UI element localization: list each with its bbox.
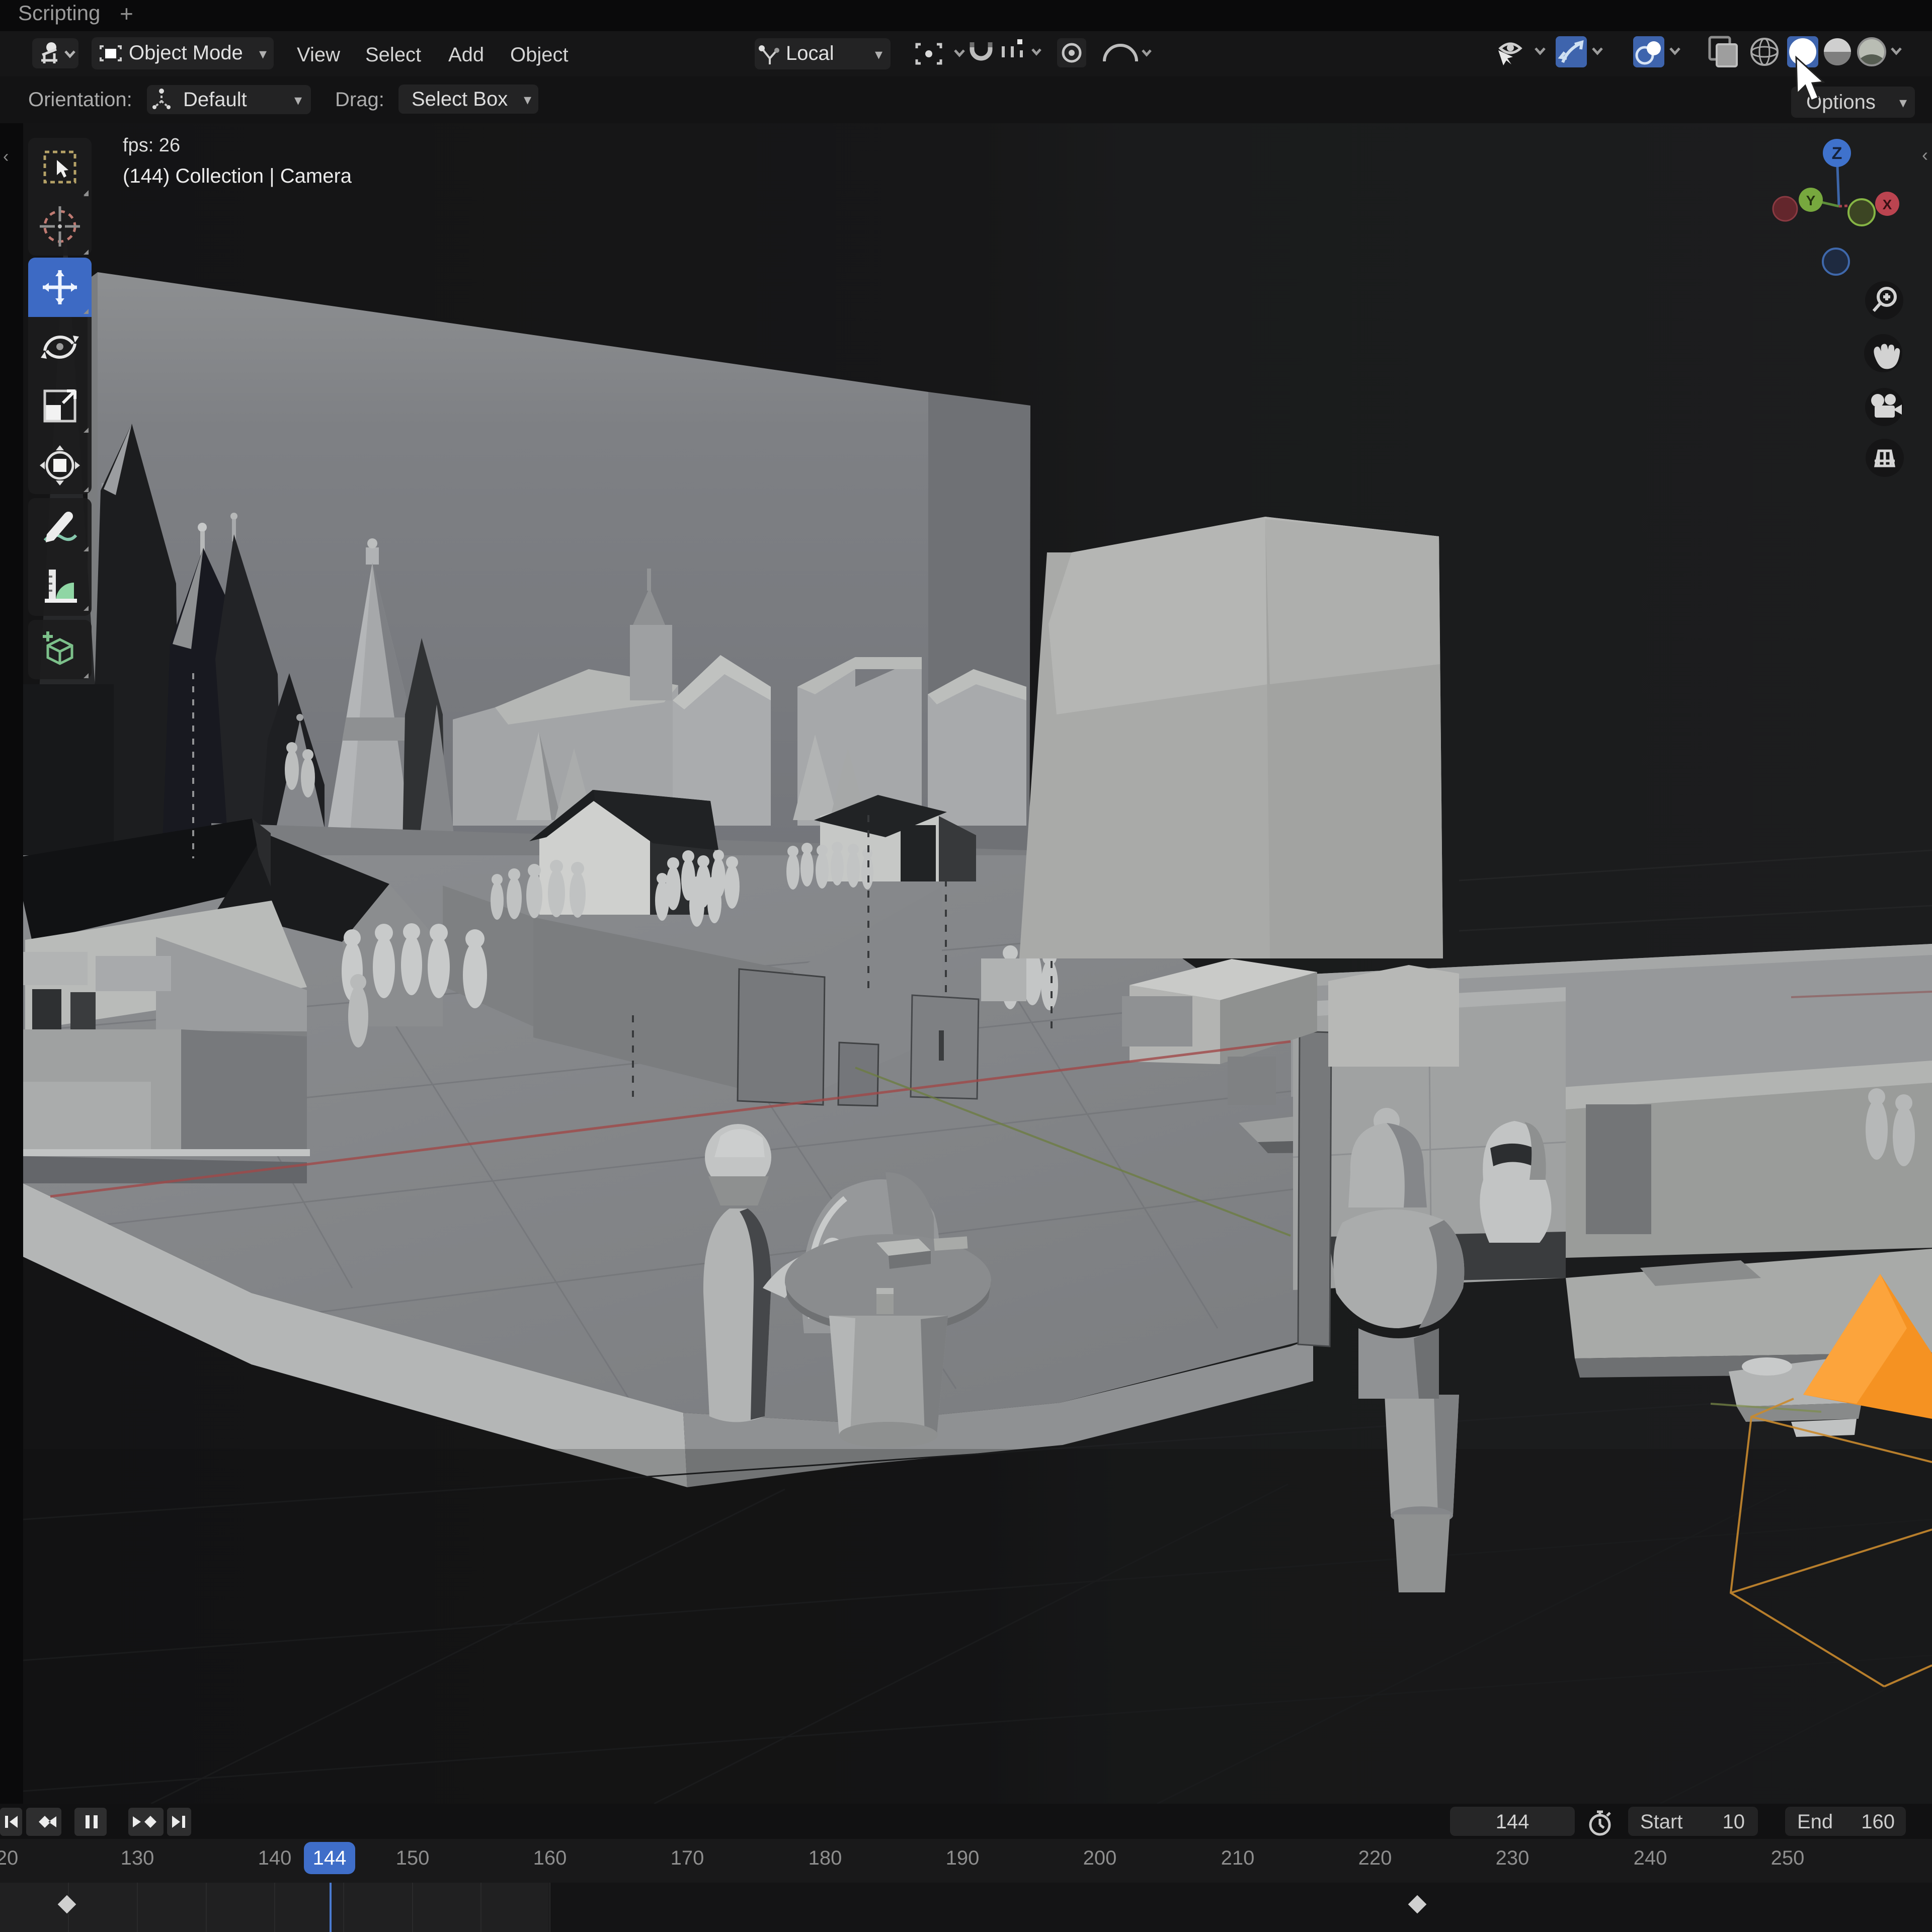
svg-text:Y: Y (1806, 193, 1816, 208)
svg-text:‹: ‹ (1922, 144, 1928, 165)
svg-text:Z: Z (1832, 144, 1842, 163)
svg-text:X: X (1883, 197, 1892, 212)
svg-text:‹: ‹ (3, 147, 9, 166)
